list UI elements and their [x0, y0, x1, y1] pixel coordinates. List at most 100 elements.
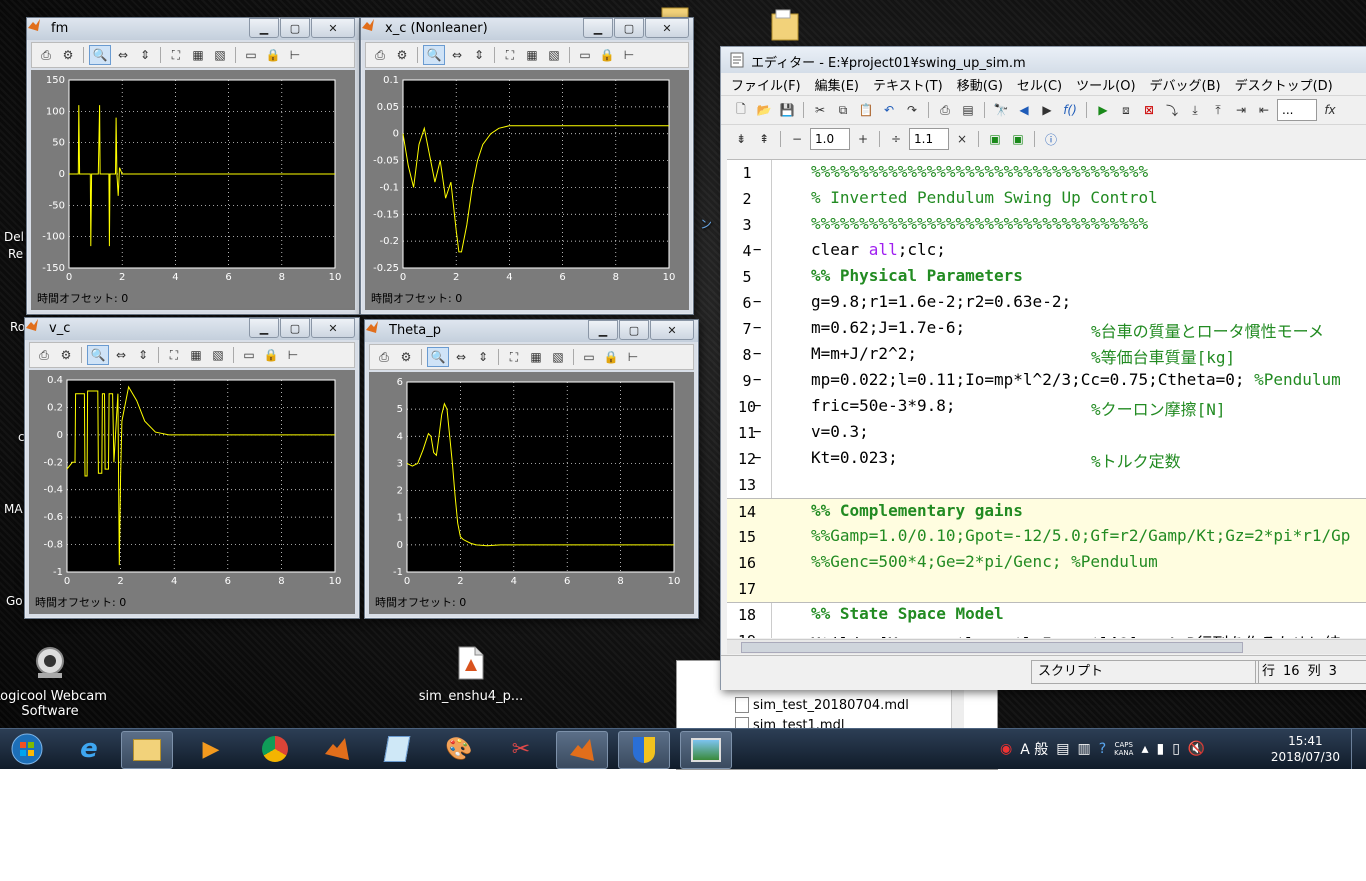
code-line[interactable]: 10− fric=50e-3*9.8; %クーロン摩擦[N] — [727, 394, 1366, 420]
save-axes-icon[interactable]: ▦ — [188, 46, 208, 64]
code-line[interactable]: 13 — [727, 472, 1366, 498]
scope-window-v-c[interactable]: v_c ▁ ▢ ✕ ⎙ ⚙ 🔍 ⇔ ⇕ ⛶ ▦ ▧ ▭ 🔒 ⊢ 0 2 4 6 8 10 0… — [24, 317, 360, 619]
device-icon[interactable]: ▯ — [1172, 741, 1180, 757]
new-file-icon[interactable]: 🗋 — [731, 101, 751, 119]
taskbar-snipping[interactable]: ✂ — [496, 731, 546, 767]
zoom-icon[interactable]: 🔍 — [87, 345, 109, 365]
zoom-x-icon[interactable]: ⇔ — [111, 346, 131, 364]
help-icon[interactable]: ? — [1099, 741, 1106, 757]
code-line[interactable]: 14 %% Complementary gains — [727, 498, 1366, 525]
editor-window[interactable]: エディター - E:¥project01¥swing_up_sim.m ファイル… — [720, 46, 1366, 690]
clear-breakpoints-icon[interactable]: ⊠ — [1139, 101, 1159, 119]
autoscale-icon[interactable]: ⛶ — [500, 46, 520, 64]
menu-file[interactable]: ファイル(F) — [731, 75, 801, 94]
taskbar-matlab-active[interactable] — [556, 731, 608, 769]
zoom-y-icon[interactable]: ⇕ — [135, 46, 155, 64]
minimize-button[interactable]: ▁ — [249, 318, 279, 338]
autoscale-icon[interactable]: ⛶ — [504, 348, 524, 366]
copy-icon[interactable]: ⧉ — [833, 101, 853, 119]
code-line[interactable]: 11− v=0.3; — [727, 420, 1366, 446]
undo-icon[interactable]: ↶ — [879, 101, 899, 119]
desktop-icon-logicool[interactable]: Logicool Webcam Software — [0, 645, 110, 719]
code-line[interactable]: 2 % Inverted Pendulum Swing Up Control — [727, 186, 1366, 212]
floating-scope-icon[interactable]: ▭ — [241, 46, 261, 64]
zoom-y-icon[interactable]: ⇕ — [133, 346, 153, 364]
publish-icon[interactable]: ▤ — [958, 101, 978, 119]
code-line[interactable]: 3%%%%%%%%%%%%%%%%%%%%%%%%%%%%%%%%%%% — [727, 212, 1366, 238]
show-desktop-button[interactable] — [1351, 729, 1366, 769]
menu-edit[interactable]: 編集(E) — [815, 75, 859, 94]
network-icon[interactable]: ▮ — [1156, 741, 1164, 757]
menu-text[interactable]: テキスト(T) — [873, 75, 943, 94]
menu-debug[interactable]: デバッグ(B) — [1150, 75, 1221, 94]
zoom-icon[interactable]: 🔍 — [427, 347, 449, 367]
code-line[interactable]: 12− Kt=0.023; %トルク定数 — [727, 446, 1366, 472]
save-icon[interactable]: 💾 — [777, 101, 797, 119]
maximize-button[interactable]: ▢ — [280, 318, 310, 338]
save-axes-icon[interactable]: ▦ — [526, 348, 546, 366]
taskbar-matlab[interactable] — [312, 731, 362, 767]
step-out-icon[interactable]: ⤒ — [1208, 101, 1228, 119]
editor-titlebar[interactable]: エディター - E:¥project01¥swing_up_sim.m — [721, 47, 1366, 73]
zoom-x-icon[interactable]: ⇔ — [113, 46, 133, 64]
lock-icon[interactable]: 🔒 — [601, 348, 621, 366]
zoom-y-icon[interactable]: ⇕ — [473, 348, 493, 366]
lock-icon[interactable]: 🔒 — [263, 46, 283, 64]
horizontal-scrollbar[interactable] — [727, 639, 1366, 654]
ime-dict-icon[interactable]: ▥ — [1077, 741, 1090, 757]
cell-mode-icon[interactable]: ⇞ — [754, 130, 774, 148]
breakpoint-dash[interactable]: − — [753, 398, 761, 414]
code-area[interactable]: 1%%%%%%%%%%%%%%%%%%%%%%%%%%%%%%%%%%% 2 % I… — [727, 159, 1366, 638]
ime-tools-icon[interactable]: ▤ — [1056, 741, 1069, 757]
menu-desktop[interactable]: デスクトップ(D) — [1235, 75, 1333, 94]
divide-icon[interactable]: ÷ — [886, 130, 906, 148]
taskbar-paint[interactable]: 🎨 — [434, 731, 484, 767]
breakpoint-dash[interactable]: − — [753, 346, 761, 362]
maximize-button[interactable]: ▢ — [614, 18, 644, 38]
breakpoint-dash[interactable]: − — [753, 424, 761, 440]
code-line[interactable]: 7− m=0.62;J=1.7e-6; %台車の質量とロータ慣性モーメ — [727, 316, 1366, 342]
clock[interactable]: 15:41 2018/07/30 — [1271, 733, 1340, 765]
breakpoint-dash[interactable]: − — [753, 294, 761, 310]
volume-muted-icon[interactable]: 🔇 — [1188, 741, 1205, 757]
taskbar-photo-viewer[interactable] — [680, 731, 732, 769]
code-line[interactable]: 4− clear all;clc; — [727, 238, 1366, 264]
signal-selection-icon[interactable]: ⊢ — [285, 46, 305, 64]
scope-titlebar[interactable]: v_c ▁ ▢ ✕ — [25, 318, 359, 340]
code-line[interactable]: 19 Mtilde=[M+mp mp*l; mp*l Io+mp*l^2]; %A… — [727, 628, 1366, 638]
floating-scope-icon[interactable]: ▭ — [579, 348, 599, 366]
parameters-icon[interactable]: ⚙ — [392, 46, 412, 64]
start-button[interactable] — [2, 731, 52, 767]
zoom-icon[interactable]: 🔍 — [423, 45, 445, 65]
code-line[interactable]: 8− M=m+J/r2^2; %等価台車質量[kg] — [727, 342, 1366, 368]
adobe-tray-icon[interactable]: ◉ — [1000, 741, 1012, 757]
times-icon[interactable]: × — [952, 130, 972, 148]
fx-icon[interactable]: fx — [1320, 101, 1340, 119]
minimize-button[interactable]: ▁ — [249, 18, 279, 38]
step-in-icon[interactable]: ⤓ — [1185, 101, 1205, 119]
cut-icon[interactable]: ✂ — [810, 101, 830, 119]
run-icon[interactable]: ▶ — [1093, 101, 1113, 119]
parameters-icon[interactable]: ⚙ — [58, 46, 78, 64]
forward-icon[interactable]: ▶ — [1037, 101, 1057, 119]
code-line[interactable]: 16 %%Genc=500*4;Ge=2*pi/Genc; %Pendulum — [727, 550, 1366, 576]
back-icon[interactable]: ◀ — [1014, 101, 1034, 119]
menu-go[interactable]: 移動(G) — [957, 75, 1003, 94]
code-line[interactable]: 1%%%%%%%%%%%%%%%%%%%%%%%%%%%%%%%%%%% — [727, 160, 1366, 186]
print-icon[interactable]: ⎙ — [374, 348, 394, 366]
maximize-button[interactable]: ▢ — [280, 18, 310, 38]
menu-cell[interactable]: セル(C) — [1017, 75, 1062, 94]
code-line[interactable]: 5 %% Physical Parameters — [727, 264, 1366, 290]
taskbar-chrome[interactable] — [250, 731, 300, 767]
restore-axes-icon[interactable]: ▧ — [544, 46, 564, 64]
print-icon[interactable]: ⎙ — [370, 46, 390, 64]
eval-advance-icon[interactable]: ▣ — [1008, 130, 1028, 148]
plus-icon[interactable]: + — [853, 130, 873, 148]
zoom-x-icon[interactable]: ⇔ — [451, 348, 471, 366]
zoom-x-icon[interactable]: ⇔ — [447, 46, 467, 64]
signal-selection-icon[interactable]: ⊢ — [623, 348, 643, 366]
desktop-icon-sim-enshu[interactable]: sim_enshu4_p... — [411, 645, 531, 704]
close-button[interactable]: ✕ — [311, 18, 355, 38]
lock-icon[interactable]: 🔒 — [261, 346, 281, 364]
taskbar-ie[interactable]: e — [64, 731, 114, 767]
